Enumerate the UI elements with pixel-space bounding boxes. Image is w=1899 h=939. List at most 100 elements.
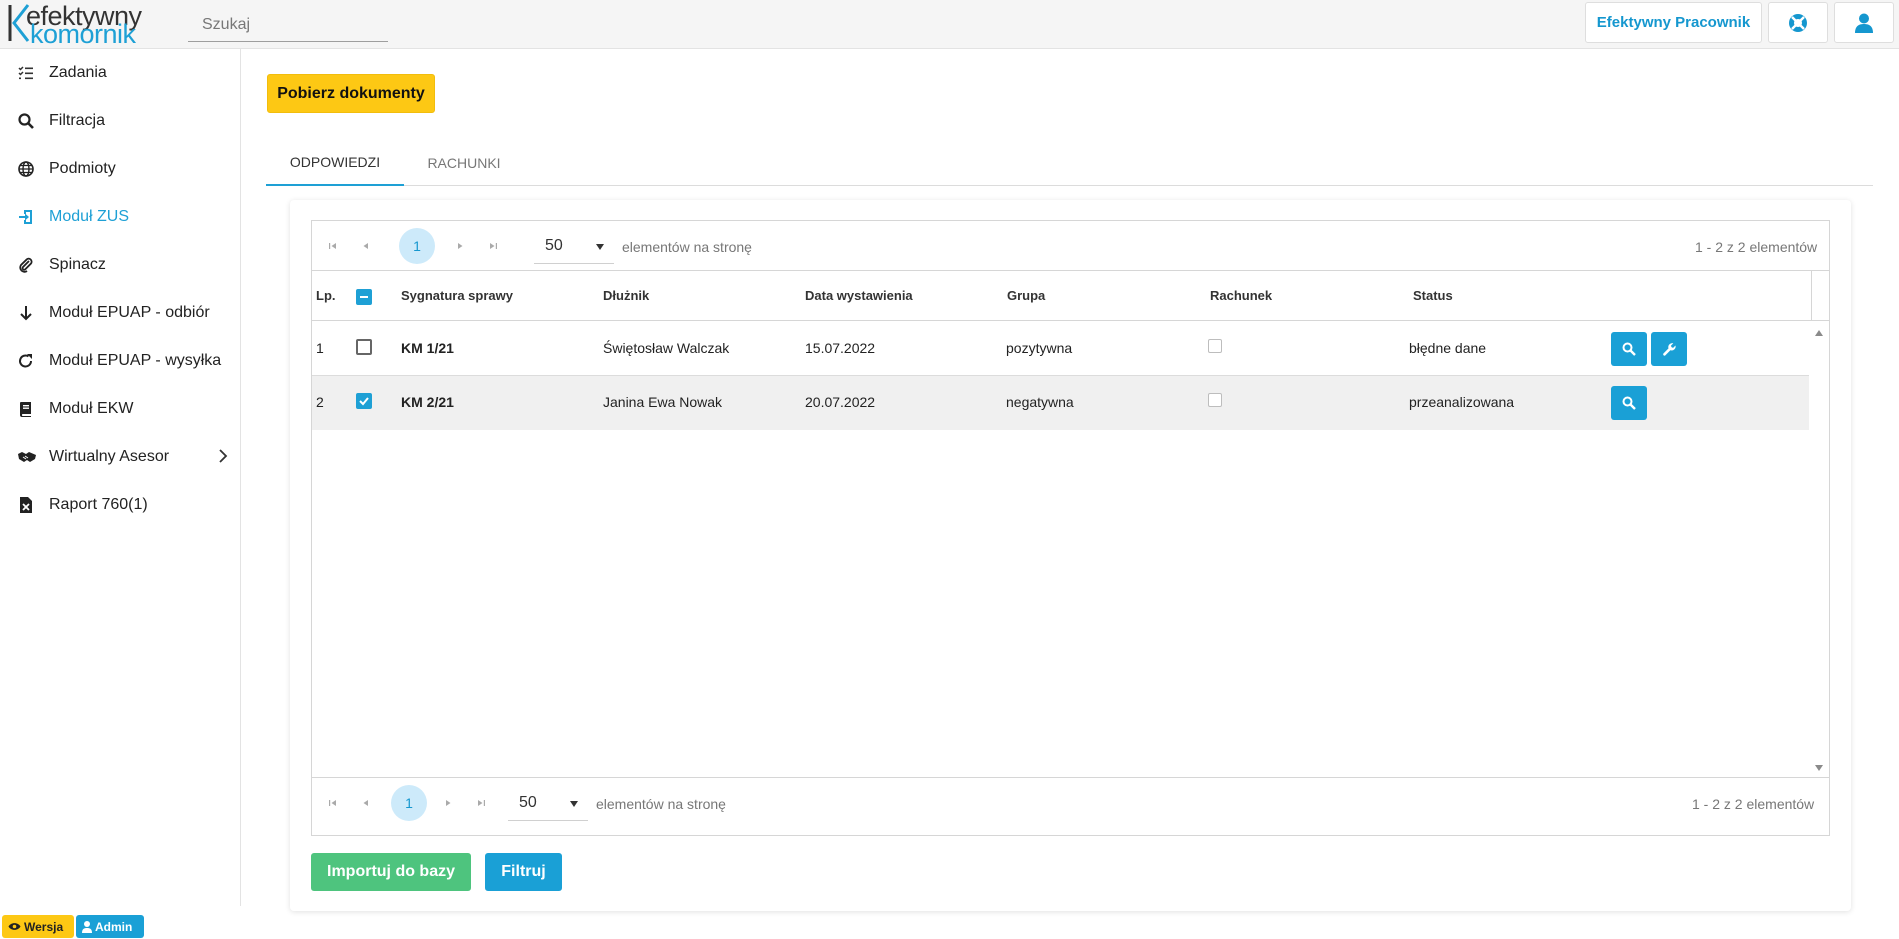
col-header-grupa[interactable]: Grupa bbox=[1007, 288, 1045, 303]
col-header-status[interactable]: Status bbox=[1413, 288, 1453, 303]
chevron-right-icon[interactable] bbox=[218, 448, 228, 464]
sidebar-item-label: Spinacz bbox=[49, 256, 106, 273]
sidebar-item-wirtualny-asesor[interactable]: Wirtualny Asesor bbox=[0, 433, 240, 481]
sign-in-icon bbox=[19, 210, 32, 224]
search-input[interactable] bbox=[188, 8, 388, 42]
sidebar-item-raport[interactable]: Raport 760(1) bbox=[0, 481, 240, 529]
prev-page-icon[interactable] bbox=[358, 238, 374, 254]
pager-info: 1 - 2 z 2 elementów bbox=[1695, 239, 1818, 255]
check-icon bbox=[359, 397, 369, 406]
tab-rachunki[interactable]: RACHUNKI bbox=[404, 139, 524, 186]
logo-text-line2: komornik bbox=[30, 19, 136, 49]
help-button[interactable] bbox=[1768, 2, 1828, 43]
search-icon bbox=[18, 113, 34, 129]
last-page-icon[interactable] bbox=[485, 238, 501, 254]
page-size-value: 50 bbox=[519, 794, 537, 811]
admin-badge[interactable]: Admin bbox=[76, 915, 144, 938]
cell-sygnatura: KM 2/21 bbox=[401, 394, 454, 410]
page-number[interactable]: 1 bbox=[391, 785, 427, 821]
preview-button[interactable] bbox=[1611, 332, 1647, 366]
sidebar-item-label: Raport 760(1) bbox=[49, 496, 148, 513]
sidebar-item-podmioty[interactable]: Podmioty bbox=[0, 145, 240, 193]
sidebar-item-spinacz[interactable]: Spinacz bbox=[0, 241, 240, 289]
data-grid: 1 50 elementów na stronę 1 - 2 z 2 eleme… bbox=[311, 220, 1830, 836]
cell-grupa: negatywna bbox=[1006, 394, 1074, 410]
caret-down-icon bbox=[570, 801, 578, 807]
first-page-icon[interactable] bbox=[325, 238, 341, 254]
first-page-icon[interactable] bbox=[325, 795, 341, 811]
wrench-icon bbox=[1662, 342, 1676, 356]
row-checkbox[interactable] bbox=[356, 339, 372, 355]
page-number[interactable]: 1 bbox=[399, 228, 435, 264]
version-badge-label: Wersja bbox=[24, 919, 64, 934]
cell-data: 15.07.2022 bbox=[805, 340, 876, 356]
app-logo[interactable]: efektywny komornik bbox=[8, 1, 158, 49]
sidebar-item-epuap-odbior[interactable]: Moduł EPUAP - odbiór bbox=[0, 289, 240, 337]
sidebar-item-label: Moduł EKW bbox=[49, 400, 134, 417]
preview-button[interactable] bbox=[1611, 386, 1647, 420]
worker-button[interactable]: Efektywny Pracownik bbox=[1585, 2, 1762, 43]
version-badge[interactable]: Wersja bbox=[2, 915, 74, 938]
col-header-sygnatura[interactable]: Sygnatura sprawy bbox=[401, 288, 513, 303]
row-checkbox[interactable] bbox=[356, 393, 372, 409]
scroll-down-icon[interactable] bbox=[1815, 765, 1823, 771]
col-header-dluznik[interactable]: Dłużnik bbox=[603, 288, 649, 303]
arrow-down-icon bbox=[20, 306, 32, 321]
lifebuoy-icon bbox=[1789, 13, 1807, 32]
table-header: Lp. Sygnatura sprawy Dłużnik Data wystaw… bbox=[312, 271, 1829, 321]
user-button[interactable] bbox=[1834, 2, 1894, 43]
cell-grupa: pozytywna bbox=[1006, 340, 1073, 356]
col-header-lp[interactable]: Lp. bbox=[316, 288, 336, 303]
prev-page-icon[interactable] bbox=[358, 795, 374, 811]
filter-button[interactable]: Filtruj bbox=[485, 853, 562, 891]
page-size-label: elementów na stronę bbox=[622, 239, 752, 255]
cell-lp: 1 bbox=[316, 340, 324, 356]
task-list-icon bbox=[18, 66, 33, 80]
sidebar-item-filtracja[interactable]: Filtracja bbox=[0, 97, 240, 145]
user-icon bbox=[1855, 13, 1873, 33]
col-header-data[interactable]: Data wystawienia bbox=[805, 288, 913, 303]
pager-info: 1 - 2 z 2 elementów bbox=[1692, 796, 1815, 812]
scroll-up-icon[interactable] bbox=[1815, 330, 1823, 336]
sidebar-item-label: Moduł EPUAP - wysyłka bbox=[49, 352, 222, 369]
cell-sygnatura: KM 1/21 bbox=[401, 340, 454, 356]
handshake-icon bbox=[18, 452, 36, 462]
sidebar-item-label: Moduł EPUAP - odbiór bbox=[49, 304, 210, 321]
redo-icon bbox=[19, 354, 32, 368]
page-size-select[interactable]: 50 bbox=[508, 787, 588, 821]
page-size-label: elementów na stronę bbox=[596, 796, 726, 812]
import-button[interactable]: Importuj do bazy bbox=[311, 853, 471, 891]
page-size-select[interactable]: 50 bbox=[534, 230, 614, 264]
sidebar-item-ekw[interactable]: Moduł EKW bbox=[0, 385, 240, 433]
select-all-checkbox[interactable] bbox=[356, 289, 372, 305]
top-bar: efektywny komornik Efektywny Pracownik bbox=[0, 0, 1899, 49]
pager-bottom: 1 50 elementów na stronę 1 - 2 z 2 eleme… bbox=[312, 777, 1829, 827]
cell-status: błędne dane bbox=[1409, 340, 1487, 356]
admin-badge-label: Admin bbox=[95, 919, 133, 934]
sidebar: Zadania Filtracja Podmioty Moduł ZUS Spi… bbox=[0, 49, 241, 906]
download-documents-button[interactable]: Pobierz dokumenty bbox=[267, 74, 435, 113]
tab-bar: ODPOWIEDZI RACHUNKI bbox=[266, 139, 1873, 186]
vertical-scrollbar[interactable] bbox=[1809, 322, 1829, 777]
col-header-rachunek[interactable]: Rachunek bbox=[1210, 288, 1272, 303]
sidebar-item-label: Zadania bbox=[49, 64, 107, 81]
pager-top: 1 50 elementów na stronę 1 - 2 z 2 eleme… bbox=[312, 221, 1829, 271]
sidebar-item-epuap-wysylka[interactable]: Moduł EPUAP - wysyłka bbox=[0, 337, 240, 385]
rachunek-checkbox[interactable] bbox=[1208, 339, 1222, 353]
last-page-icon[interactable] bbox=[473, 795, 489, 811]
table-row[interactable]: 1 KM 1/21 Świętosław Walczak 15.07.2022 … bbox=[312, 322, 1809, 376]
cell-dluznik: Janina Ewa Nowak bbox=[603, 394, 723, 410]
page-size-value: 50 bbox=[545, 237, 563, 254]
sidebar-item-modul-zus[interactable]: Moduł ZUS bbox=[0, 193, 240, 241]
search-icon bbox=[1622, 342, 1636, 356]
paperclip-icon bbox=[19, 257, 33, 273]
next-page-icon[interactable] bbox=[452, 238, 468, 254]
next-page-icon[interactable] bbox=[440, 795, 456, 811]
tab-odpowiedzi[interactable]: ODPOWIEDZI bbox=[266, 139, 404, 186]
sidebar-item-zadania[interactable]: Zadania bbox=[0, 49, 240, 97]
globe-icon bbox=[18, 161, 34, 177]
rachunek-checkbox[interactable] bbox=[1208, 393, 1222, 407]
indeterminate-icon bbox=[360, 296, 368, 298]
edit-button[interactable] bbox=[1651, 332, 1687, 366]
table-row[interactable]: 2 KM 2/21 Janina Ewa Nowak 20.07.2022 ne… bbox=[312, 376, 1809, 430]
